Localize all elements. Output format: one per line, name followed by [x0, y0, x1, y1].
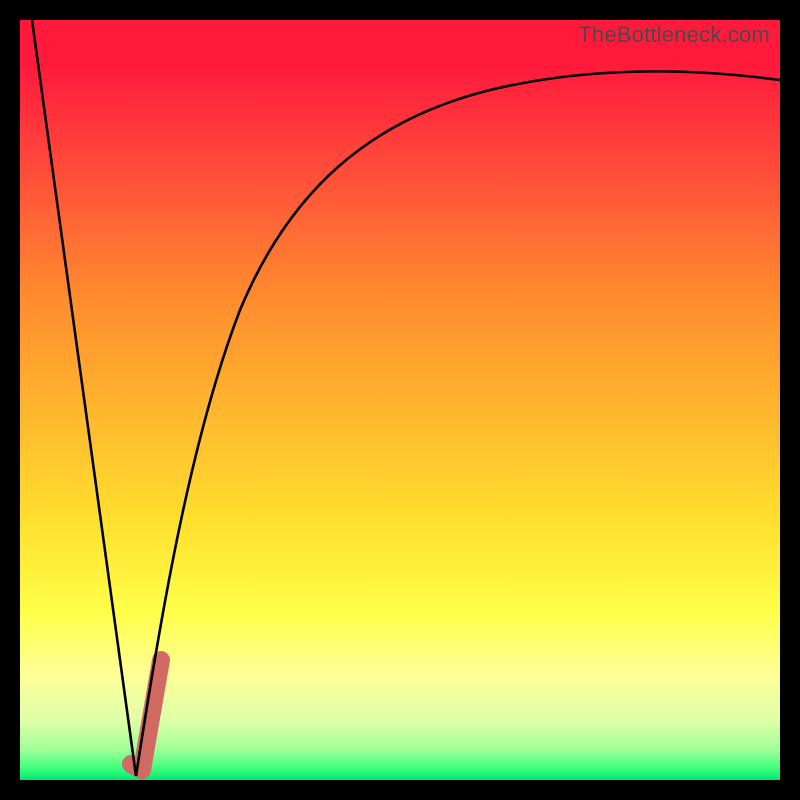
left-line [32, 20, 136, 776]
main-curve [136, 71, 780, 776]
plot-area: TheBottleneck.com [20, 20, 780, 780]
chart-frame: TheBottleneck.com [0, 0, 800, 800]
chart-svg [20, 20, 780, 780]
